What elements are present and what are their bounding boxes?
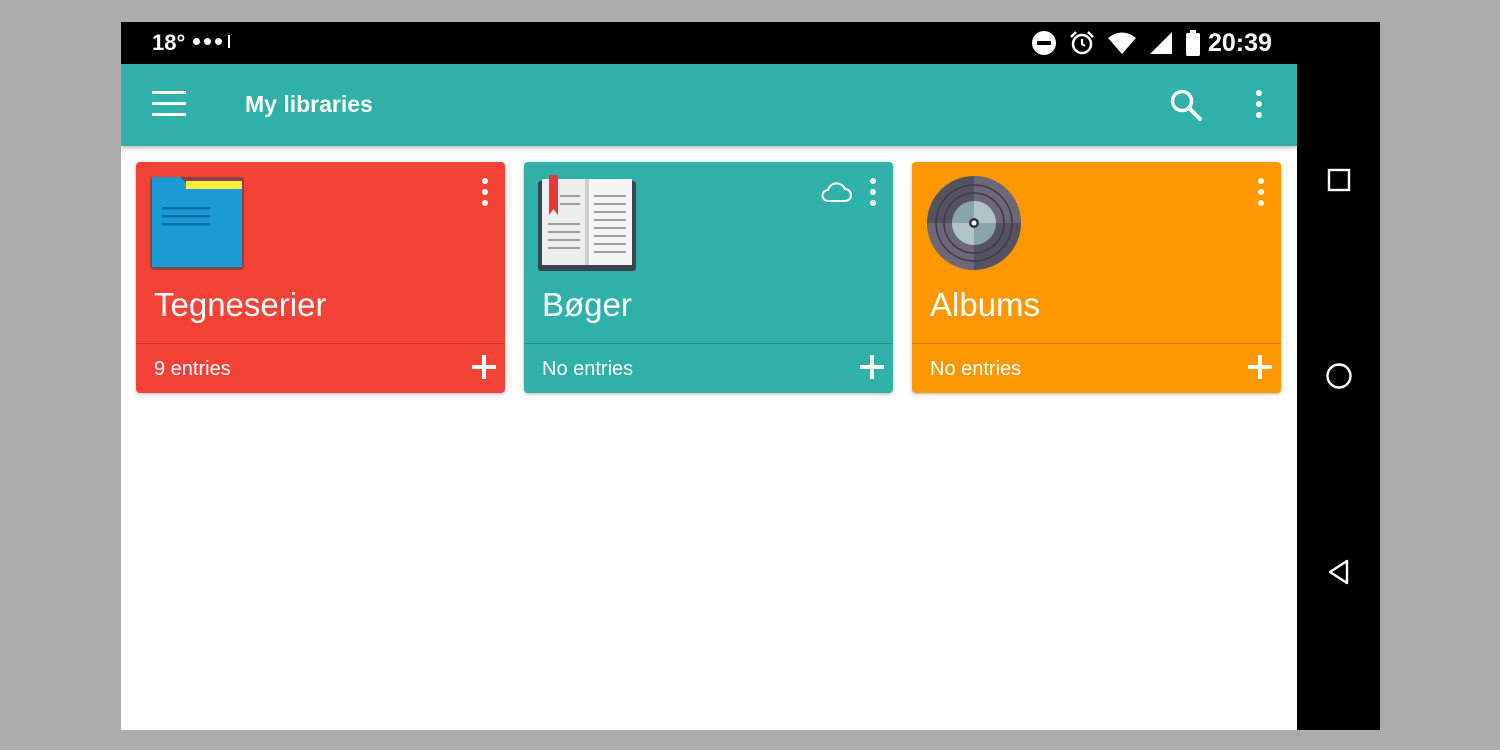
library-name: Tegneserier <box>154 286 327 323</box>
library-card-tegneserier[interactable]: Tegneserier 9 entries <box>136 162 505 393</box>
search-icon[interactable] <box>1169 88 1203 122</box>
app-bar: My libraries <box>121 64 1297 146</box>
entry-count: No entries <box>542 358 634 380</box>
signal-icon <box>1150 32 1172 54</box>
card-menu-icon[interactable] <box>870 178 876 206</box>
add-entry-icon[interactable] <box>472 355 496 379</box>
library-name: Bøger <box>542 286 632 323</box>
card-divider <box>912 343 1281 344</box>
notification-dots-icon <box>193 35 230 48</box>
library-card-albums[interactable]: Albums No entries <box>912 162 1281 393</box>
do-not-disturb-icon <box>1032 31 1056 55</box>
more-vert-icon[interactable] <box>1249 90 1269 122</box>
battery-icon <box>1186 30 1200 56</box>
book-icon <box>538 175 636 271</box>
device-frame: 18° 20:39 My libraries Tegneserier 9 ent… <box>121 22 1380 730</box>
library-name: Albums <box>930 286 1041 323</box>
card-menu-icon[interactable] <box>1258 178 1264 206</box>
alarm-icon <box>1070 31 1094 55</box>
card-divider <box>524 343 893 344</box>
back-icon[interactable] <box>1325 558 1353 586</box>
recents-icon[interactable] <box>1325 166 1353 194</box>
home-icon[interactable] <box>1325 362 1353 390</box>
menu-icon[interactable] <box>152 91 186 117</box>
add-entry-icon[interactable] <box>1248 355 1272 379</box>
entry-count: No entries <box>930 358 1022 380</box>
card-divider <box>136 343 505 344</box>
clock: 20:39 <box>1208 29 1272 57</box>
folder-icon <box>150 177 244 270</box>
temperature-readout: 18° <box>152 30 186 55</box>
add-entry-icon[interactable] <box>860 355 884 379</box>
entry-count: 9 entries <box>154 358 231 380</box>
vinyl-record-icon <box>927 176 1021 270</box>
library-card-boger[interactable]: Bøger No entries <box>524 162 893 393</box>
status-bar: 18° 20:39 <box>121 22 1297 64</box>
card-menu-icon[interactable] <box>482 178 488 206</box>
page-title: My libraries <box>245 91 373 117</box>
navigation-bar <box>1297 22 1380 730</box>
cloud-sync-icon <box>821 182 852 202</box>
app-screen: My libraries Tegneserier 9 entries Bøger… <box>121 64 1297 730</box>
wifi-icon <box>1108 32 1136 54</box>
